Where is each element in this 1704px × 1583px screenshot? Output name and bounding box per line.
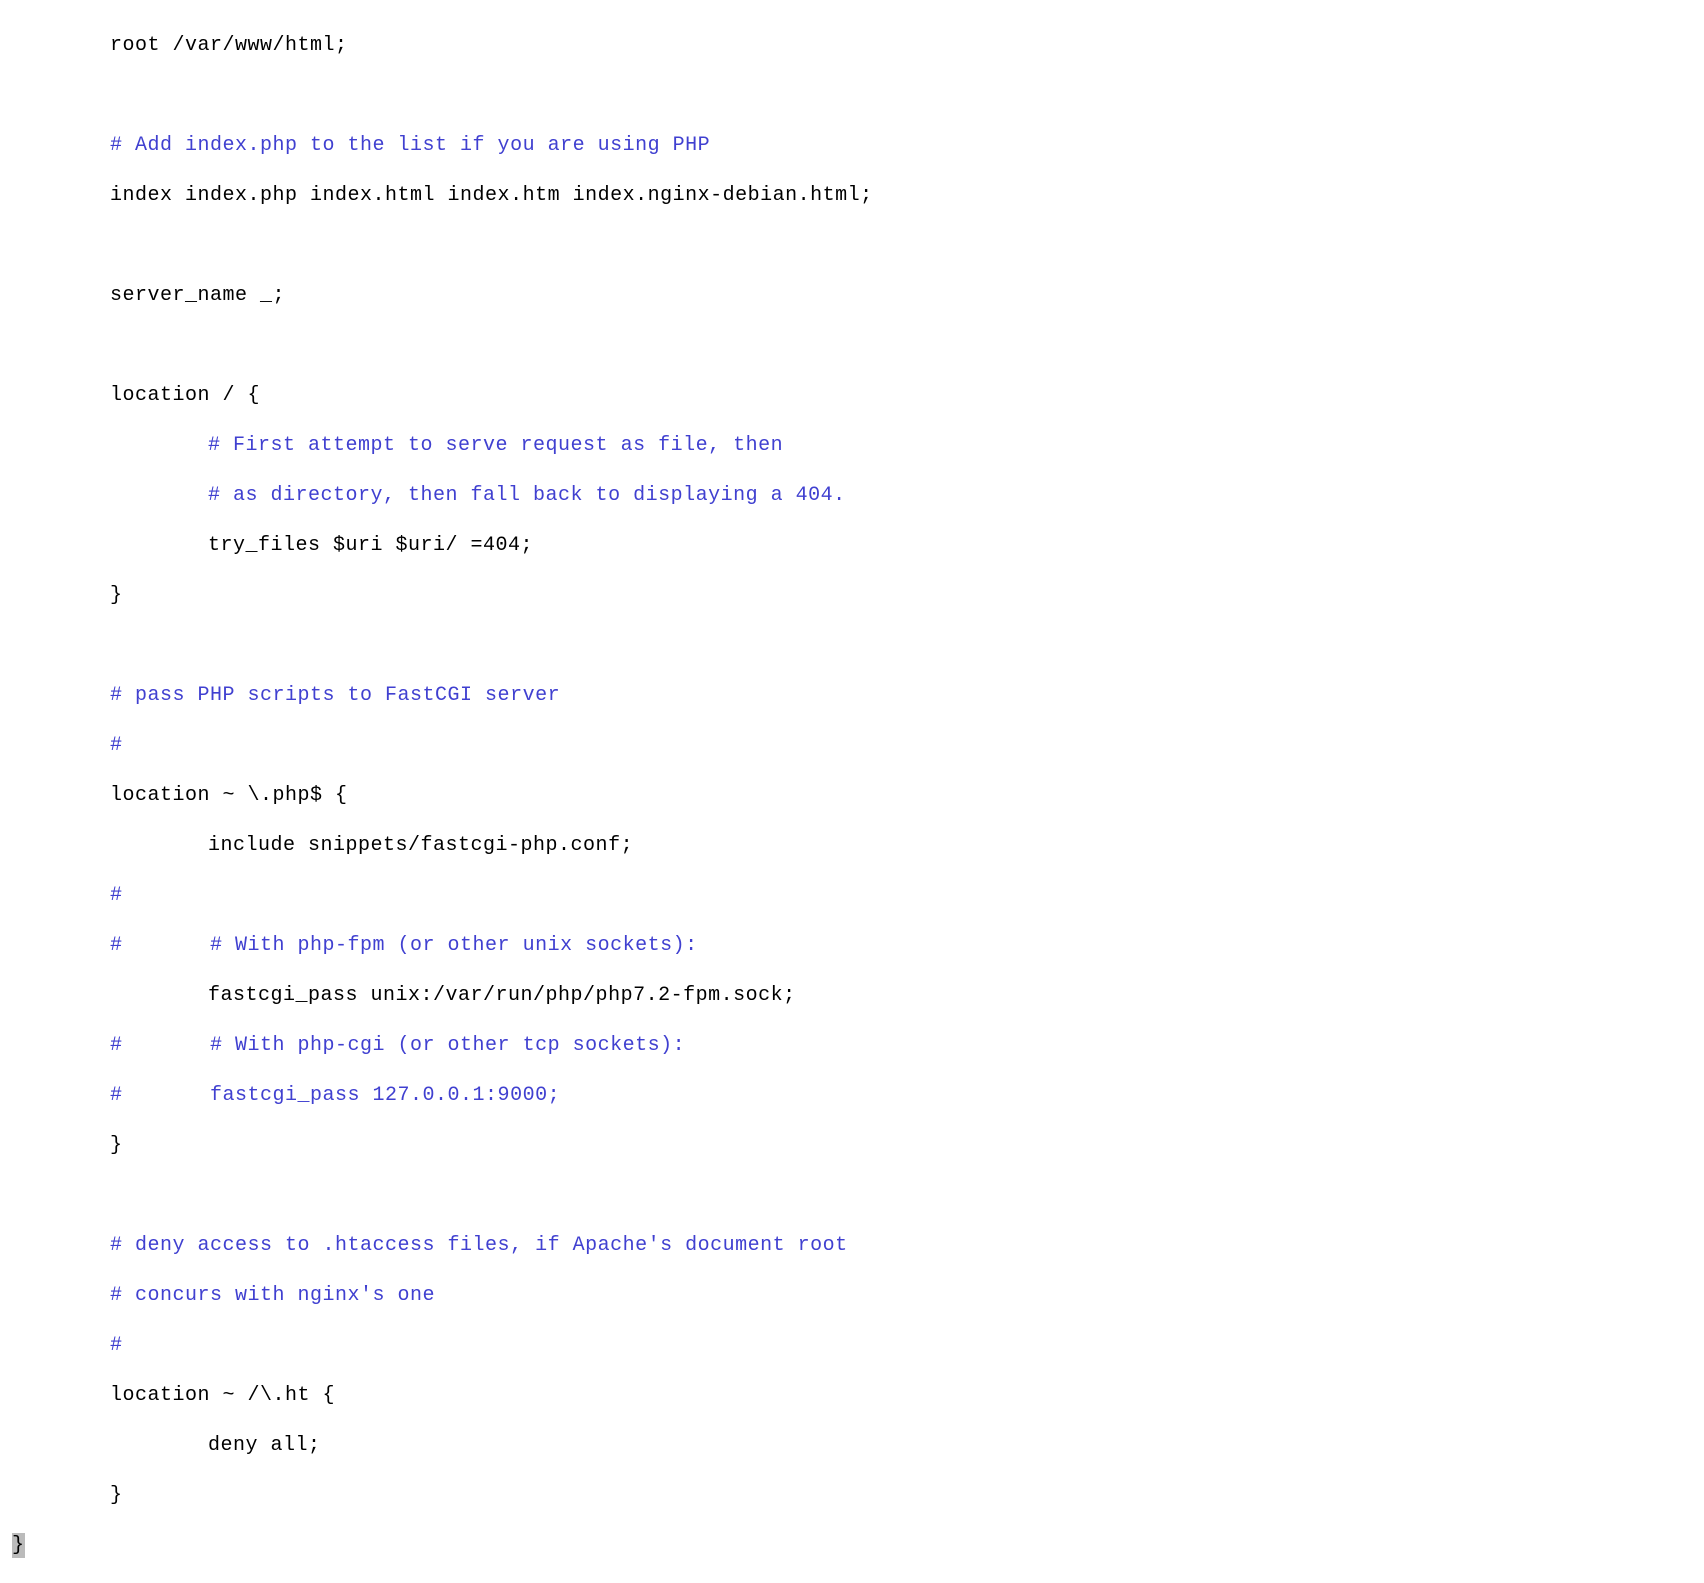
code-comment: # First attempt to serve request as file… bbox=[12, 433, 1704, 458]
code-comment: # bbox=[12, 733, 1704, 758]
code-comment: # Add index.php to the list if you are u… bbox=[12, 133, 1704, 158]
code-comment: # bbox=[12, 1333, 1704, 1358]
code-line: } bbox=[12, 1133, 1704, 1158]
code-line: } bbox=[12, 583, 1704, 608]
code-comment: # bbox=[12, 883, 1704, 908]
blank-line bbox=[12, 1183, 1704, 1208]
code-line: } bbox=[12, 1483, 1704, 1508]
blank-line bbox=[12, 633, 1704, 658]
code-line: # fastcgi_pass 127.0.0.1:9000; bbox=[12, 1083, 1704, 1108]
code-line: # # With php-fpm (or other unix sockets)… bbox=[12, 933, 1704, 958]
code-editor[interactable]: root /var/www/html; # Add index.php to t… bbox=[0, 0, 1704, 1583]
code-line: location ~ /\.ht { bbox=[12, 1383, 1704, 1408]
code-line: location ~ \.php$ { bbox=[12, 783, 1704, 808]
blank-line bbox=[12, 233, 1704, 258]
code-line: server_name _; bbox=[12, 283, 1704, 308]
blank-line bbox=[12, 83, 1704, 108]
cursor: } bbox=[12, 1533, 25, 1558]
code-line: fastcgi_pass unix:/var/run/php/php7.2-fp… bbox=[12, 983, 1704, 1008]
code-line: include snippets/fastcgi-php.conf; bbox=[12, 833, 1704, 858]
code-comment: # pass PHP scripts to FastCGI server bbox=[12, 683, 1704, 708]
code-line: root /var/www/html; bbox=[12, 33, 1704, 58]
code-comment: # deny access to .htaccess files, if Apa… bbox=[12, 1233, 1704, 1258]
code-line: location / { bbox=[12, 383, 1704, 408]
cursor-line: } bbox=[12, 1533, 1704, 1558]
code-line: try_files $uri $uri/ =404; bbox=[12, 533, 1704, 558]
code-line: # # With php-cgi (or other tcp sockets): bbox=[12, 1033, 1704, 1058]
code-comment: # concurs with nginx's one bbox=[12, 1283, 1704, 1308]
code-line: index index.php index.html index.htm ind… bbox=[12, 183, 1704, 208]
code-comment: # as directory, then fall back to displa… bbox=[12, 483, 1704, 508]
code-line: deny all; bbox=[12, 1433, 1704, 1458]
blank-line bbox=[12, 333, 1704, 358]
